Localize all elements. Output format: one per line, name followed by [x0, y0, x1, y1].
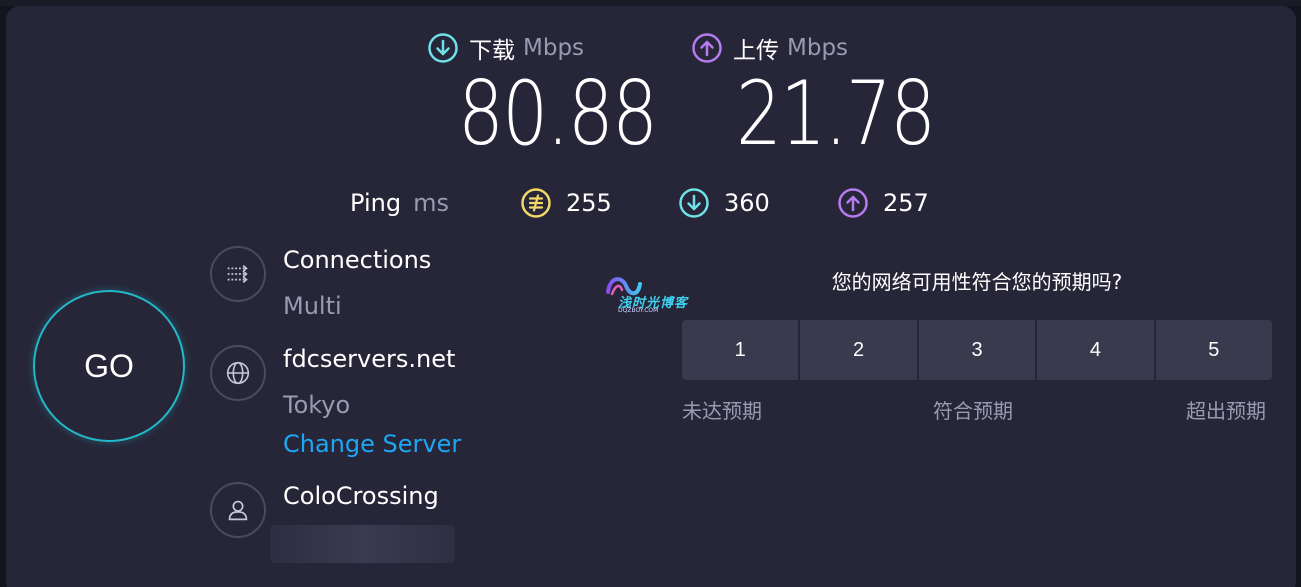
- download-unit: Mbps: [523, 35, 585, 61]
- go-button[interactable]: GO: [33, 290, 185, 442]
- connections-value: Multi: [283, 292, 342, 320]
- server-location: Tokyo: [283, 391, 351, 419]
- arrow-up-circle-icon: [837, 187, 869, 219]
- rating-option-1[interactable]: 1: [682, 320, 799, 380]
- ping-up: 257: [837, 183, 929, 223]
- upload-header: 上传 Mbps: [691, 30, 848, 66]
- ping-unit: ms: [413, 189, 449, 217]
- server-name: fdcservers.net: [283, 345, 456, 373]
- scale-high-label: 超出预期: [1186, 399, 1266, 423]
- ping-up-value: 257: [883, 189, 929, 217]
- arrow-up-circle-icon: [691, 32, 723, 64]
- rating-option-4[interactable]: 4: [1037, 320, 1154, 380]
- ping-down-value: 360: [724, 189, 770, 217]
- rating-option-5[interactable]: 5: [1155, 320, 1273, 380]
- scale-mid-label: 符合预期: [933, 399, 1013, 423]
- upload-label: 上传: [733, 38, 779, 64]
- rating-option-2[interactable]: 2: [800, 320, 917, 380]
- rating-bar: 1 2 3 4 5: [682, 320, 1273, 380]
- jitter-icon: [520, 187, 552, 219]
- ping-down: 360: [678, 183, 770, 223]
- change-server-link[interactable]: Change Server: [283, 430, 461, 458]
- download-header: 下载 Mbps: [427, 30, 584, 66]
- ping-label: Ping: [350, 189, 402, 217]
- blurred-ip: [270, 525, 455, 563]
- provider-name: ColoCrossing: [283, 482, 439, 510]
- rating-option-3[interactable]: 3: [918, 320, 1036, 380]
- watermark-subtext: DQZBOY.COM: [618, 307, 659, 314]
- download-label: 下载: [469, 38, 515, 64]
- connections-icon[interactable]: [210, 246, 266, 302]
- arrow-down-circle-icon: [427, 32, 459, 64]
- ping-row: Ping ms: [350, 183, 449, 223]
- globe-icon: [210, 345, 266, 401]
- download-value: 80.88: [458, 62, 658, 165]
- upload-value: 21.78: [736, 62, 936, 165]
- connections-title: Connections: [283, 246, 432, 274]
- upload-unit: Mbps: [787, 35, 849, 61]
- survey-question: 您的网络可用性符合您的预期吗?: [831, 270, 1123, 294]
- ping-idle: 255: [520, 183, 612, 223]
- ping-idle-value: 255: [566, 189, 612, 217]
- user-icon: [210, 482, 266, 538]
- arrow-down-circle-icon: [678, 187, 710, 219]
- scale-low-label: 未达预期: [682, 399, 762, 423]
